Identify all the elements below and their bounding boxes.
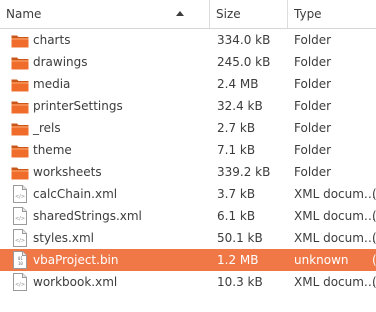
column-header-size-label: Size bbox=[216, 7, 241, 21]
sort-ascending-icon[interactable] bbox=[176, 11, 184, 16]
svg-text:10: 10 bbox=[18, 261, 23, 266]
file-row[interactable]: media 2.4 MB Folder bbox=[0, 73, 376, 95]
file-type: XML docum… bbox=[294, 275, 376, 289]
truncated-column-text: ( bbox=[372, 183, 376, 205]
file-size: 6.1 kB bbox=[217, 209, 256, 223]
file-name: vbaProject.bin bbox=[33, 253, 119, 267]
column-header-type[interactable]: Type bbox=[287, 0, 376, 28]
file-size: 7.1 kB bbox=[217, 143, 256, 157]
file-size: 10.3 kB bbox=[217, 275, 263, 289]
folder-icon bbox=[11, 164, 29, 180]
xml-file-icon: </> bbox=[13, 207, 27, 225]
file-type: Folder bbox=[294, 99, 332, 113]
xml-file-icon: </> bbox=[13, 185, 27, 203]
folder-icon bbox=[11, 142, 29, 158]
truncated-column-text: ( bbox=[372, 227, 376, 249]
file-type: Folder bbox=[294, 165, 332, 179]
file-list: charts 334.0 kB Folder drawings 245.0 kB Fold… bbox=[0, 29, 376, 293]
truncated-column-text: ( bbox=[372, 271, 376, 293]
column-header-name-label: Name bbox=[6, 7, 42, 21]
file-row[interactable]: theme 7.1 kB Folder bbox=[0, 139, 376, 161]
folder-icon bbox=[11, 120, 29, 136]
file-size: 2.7 kB bbox=[217, 121, 256, 135]
file-row[interactable]: _rels 2.7 kB Folder bbox=[0, 117, 376, 139]
file-type: Folder bbox=[294, 121, 332, 135]
binary-file-icon: 01 10 bbox=[13, 251, 27, 269]
file-size: 50.1 kB bbox=[217, 231, 263, 245]
truncated-column-text: ( bbox=[372, 205, 376, 227]
file-type: unknown bbox=[294, 253, 349, 267]
file-size: 2.4 MB bbox=[217, 77, 259, 91]
folder-icon bbox=[11, 98, 29, 114]
file-row[interactable]: drawings 245.0 kB Folder bbox=[0, 51, 376, 73]
file-size: 334.0 kB bbox=[217, 33, 271, 47]
file-name: calcChain.xml bbox=[33, 187, 118, 201]
file-name: _rels bbox=[33, 121, 61, 135]
file-type: XML docum… bbox=[294, 209, 376, 223]
file-row[interactable]: </> calcChain.xml 3.7 kB XML docum…( bbox=[0, 183, 376, 205]
file-row[interactable]: charts 334.0 kB Folder bbox=[0, 29, 376, 51]
file-type: Folder bbox=[294, 77, 332, 91]
folder-icon bbox=[11, 32, 29, 48]
svg-text:</>: </> bbox=[15, 216, 25, 222]
column-header-type-label: Type bbox=[294, 7, 322, 21]
file-type: Folder bbox=[294, 143, 332, 157]
file-name: workbook.xml bbox=[33, 275, 118, 289]
file-type: XML docum… bbox=[294, 231, 376, 245]
svg-text:</>: </> bbox=[15, 282, 25, 288]
column-header-bar: Name Size Type bbox=[0, 0, 376, 29]
xml-file-icon: </> bbox=[13, 229, 27, 247]
column-header-size[interactable]: Size bbox=[209, 0, 286, 28]
file-row[interactable]: worksheets 339.2 kB Folder bbox=[0, 161, 376, 183]
file-name: drawings bbox=[33, 55, 88, 69]
folder-icon bbox=[11, 54, 29, 70]
truncated-column-text: ( bbox=[372, 249, 376, 271]
file-name: charts bbox=[33, 33, 71, 47]
file-row[interactable]: 0110 vbaProject.bin 1.2 MB unknown ( bbox=[0, 249, 376, 271]
xml-file-icon: </> bbox=[13, 273, 27, 291]
file-row[interactable]: </> workbook.xml 10.3 kB XML docum…( bbox=[0, 271, 376, 293]
file-size: 1.2 MB bbox=[217, 253, 259, 267]
file-name: media bbox=[33, 77, 71, 91]
file-name: sharedStrings.xml bbox=[33, 209, 142, 223]
svg-text:</>: </> bbox=[15, 194, 25, 200]
file-type: Folder bbox=[294, 55, 332, 69]
file-size: 32.4 kB bbox=[217, 99, 263, 113]
file-name: worksheets bbox=[33, 165, 102, 179]
file-size: 245.0 kB bbox=[217, 55, 271, 69]
file-name: printerSettings bbox=[33, 99, 123, 113]
file-type: XML docum… bbox=[294, 187, 376, 201]
file-name: theme bbox=[33, 143, 72, 157]
file-type: Folder bbox=[294, 33, 332, 47]
file-row[interactable]: </> styles.xml 50.1 kB XML docum…( bbox=[0, 227, 376, 249]
svg-text:</>: </> bbox=[15, 238, 25, 244]
file-size: 3.7 kB bbox=[217, 187, 256, 201]
folder-icon bbox=[11, 76, 29, 92]
file-name: styles.xml bbox=[33, 231, 94, 245]
file-size: 339.2 kB bbox=[217, 165, 271, 179]
file-row[interactable]: </> sharedStrings.xml 6.1 kB XML docum…( bbox=[0, 205, 376, 227]
file-row[interactable]: printerSettings 32.4 kB Folder bbox=[0, 95, 376, 117]
